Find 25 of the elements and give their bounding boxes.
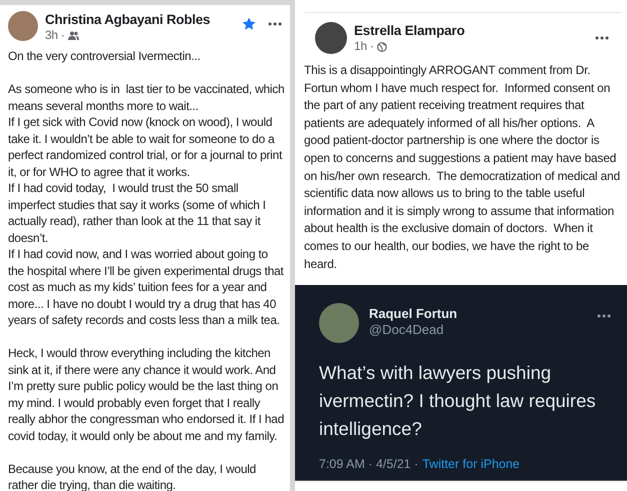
- post-paragraph: If I get sick with Covid now (knock on wood), I would take it. I wouldn’t be able to wait for someone to do a perfect randomized control trial, or for a journal to print it, or for WHO to agree that it works.: [8, 114, 284, 180]
- friends-icon: [68, 31, 79, 40]
- author-name[interactable]: Christina Agbayani Robles: [45, 11, 210, 28]
- more-icon[interactable]: [268, 22, 282, 26]
- post-text: This is a disappointingly ARROGANT comment from Dr. Fortun whom I have much respect for. Informed consent on the part of any patient receiving treatment requires that patients are adequately informed of all his/her options. A good patient-doctor partnership is one where the doctor is open to concerns and suggestions a patient may have based on his/her own research. The democratization of medical and scientific data now allows us to bring to the table useful information and it is simply wrong to assume that information about health is the exclusive domain of doctors. When it comes to our health, our bodies, we have the right to be heard.: [304, 62, 621, 273]
- author-name[interactable]: Estrella Elamparo: [354, 22, 465, 39]
- post-paragraph: On the very controversial Ivermectin...: [8, 48, 202, 64]
- globe-icon: [376, 42, 387, 52]
- more-icon[interactable]: [595, 36, 609, 40]
- post-paragraph: As someone who is in last tier to be vaccinated, which means several months more to wait...: [8, 81, 286, 114]
- separator-dot: ·: [370, 39, 374, 54]
- post-paragraph: Heck, I would throw everything including the kitchen sink at it, if there were any chance it would work. And I’m pretty sure public policy would be the last thing on my mind. I would probably even forget that I really really abhor the congressman who endorsed it. If I had covid today, it would only be about me and my family.: [8, 345, 285, 444]
- tweet-time: 7:09 AM · 4/5/21 ·: [319, 457, 418, 471]
- post-time[interactable]: 3h: [45, 28, 58, 43]
- avatar[interactable]: [315, 22, 347, 54]
- tweet-text: What’s with lawyers pushing ivermectin? I thought law requires intelligence?: [319, 361, 597, 441]
- user-handle[interactable]: @Doc4Dead: [369, 322, 458, 337]
- separator-dot: ·: [60, 28, 65, 43]
- post-time[interactable]: 1h: [354, 39, 367, 54]
- post-paragraph: If I had covid now, and I was worried about going to the hospital where I’ll be given experimental drugs that cost as much as my kids’ tuition fees for a year and more... I have no doubt I would try a drug that has 40 years of safety records and costs less than a milk tea.: [8, 246, 285, 328]
- star-icon[interactable]: [242, 17, 256, 31]
- more-icon[interactable]: [597, 314, 611, 318]
- post-paragraph: If I had covid today, I would trust the 50 small imperfect studies that say it works (some of which I actually read), rather than look at the 11 that say it doesn’t.: [8, 180, 267, 246]
- user-name[interactable]: Raquel Fortun: [369, 306, 458, 321]
- source-link[interactable]: Twitter for iPhone: [422, 457, 520, 471]
